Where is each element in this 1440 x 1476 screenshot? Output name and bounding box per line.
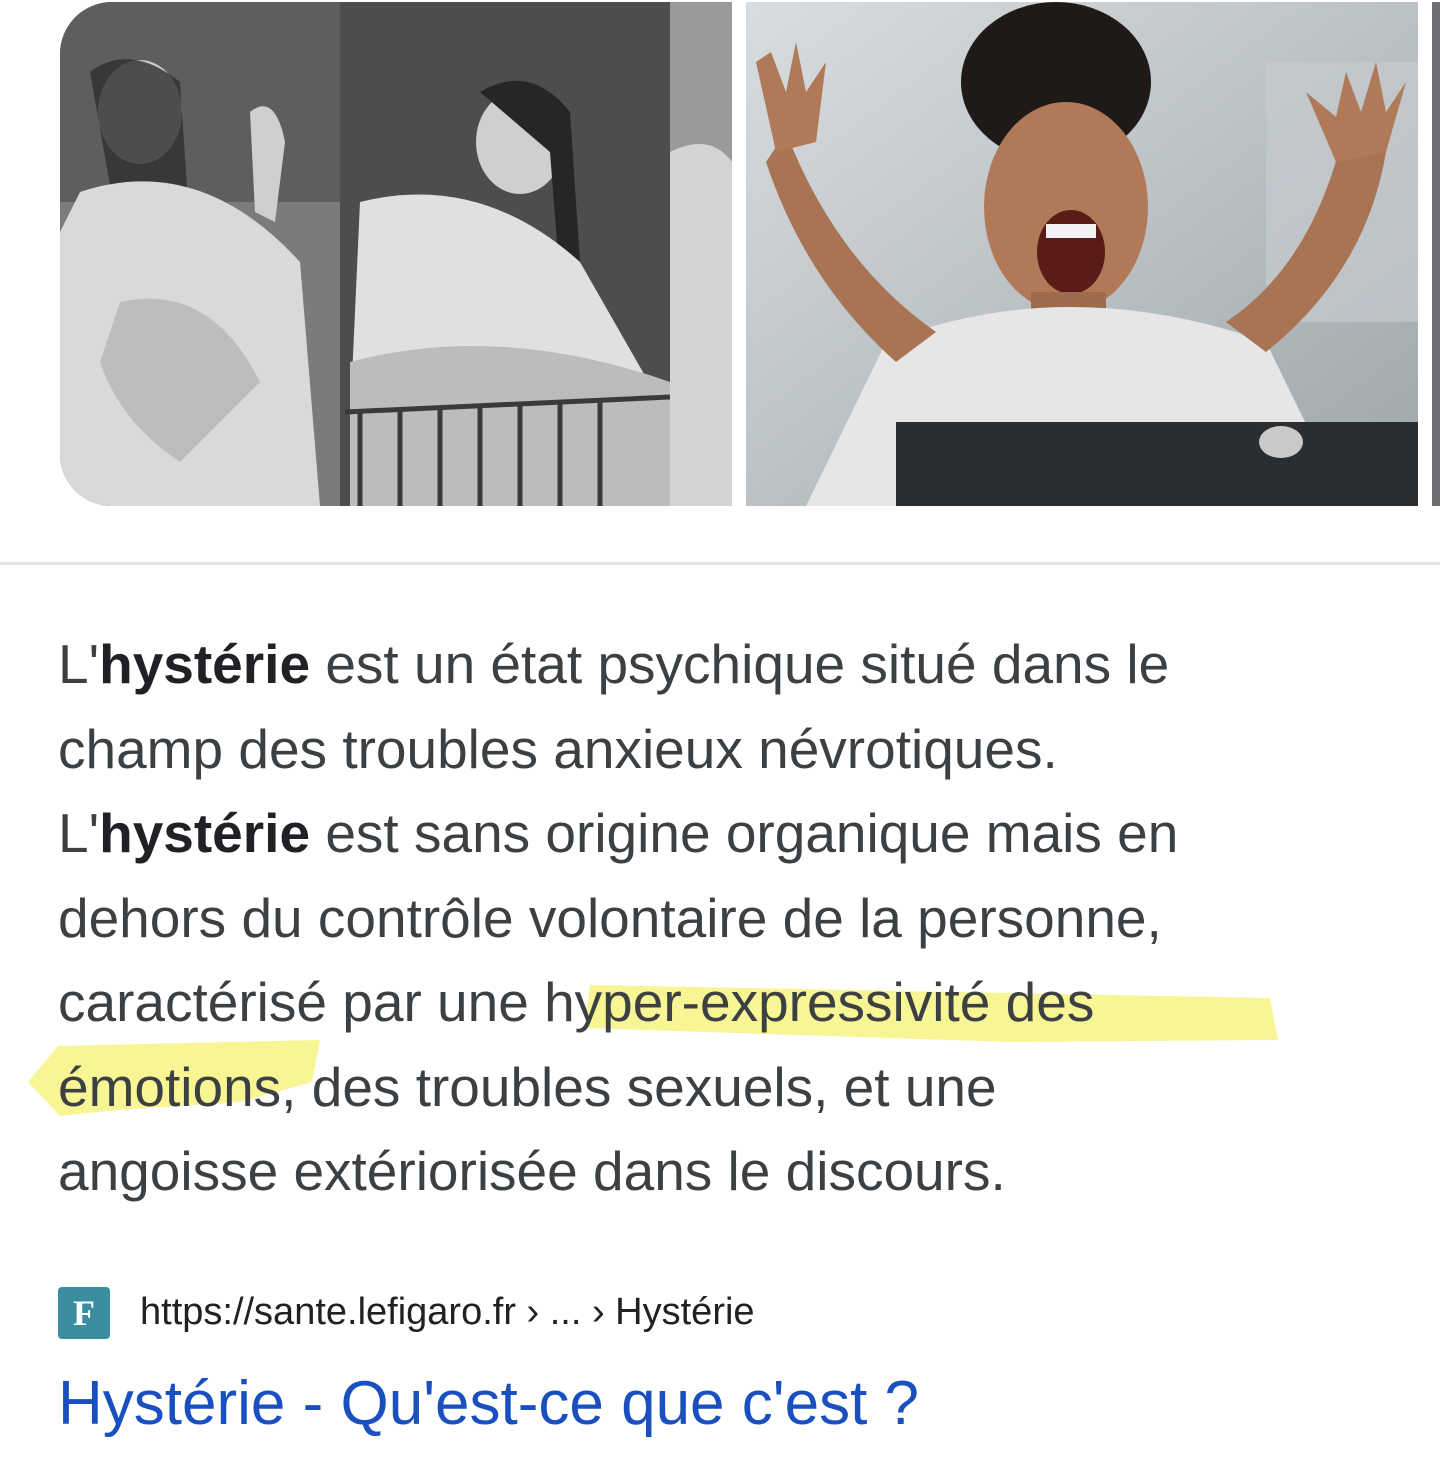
- featured-snippet: L'hystérie est un état psychique situé d…: [58, 622, 1388, 1214]
- snippet-line-1: L'hystérie est un état psychique situé d…: [58, 633, 1170, 695]
- vintage-photo-image: [60, 2, 732, 506]
- section-divider: [0, 562, 1440, 565]
- result-title-link[interactable]: Hystérie - Qu'est-ce que c'est ?: [58, 1366, 919, 1442]
- keyword-bold: hystérie: [99, 633, 311, 695]
- screaming-woman-image: [746, 2, 1418, 506]
- lefigaro-favicon-icon[interactable]: F: [58, 1287, 110, 1339]
- snippet-line-7: angoisse extériorisée dans le discours.: [58, 1140, 1006, 1202]
- source-breadcrumb-url[interactable]: https://sante.lefigaro.fr › ... › Hystér…: [140, 1288, 755, 1336]
- snippet-line-4: dehors du contrôle volontaire de la pers…: [58, 886, 1162, 949]
- image-result-partial[interactable]: [1432, 2, 1440, 506]
- snippet-line-5: caractérisé par une hyper-expressivité d…: [58, 971, 1095, 1033]
- image-result-screaming-woman[interactable]: [746, 2, 1418, 506]
- keyword-bold: hystérie: [99, 802, 311, 864]
- snippet-line-6: émotions, des troubles sexuels, et une: [58, 1055, 997, 1118]
- image-result-vintage[interactable]: [60, 2, 732, 506]
- snippet-line-3: L'hystérie est sans origine organique ma…: [58, 802, 1179, 864]
- image-carousel: [0, 0, 1440, 508]
- snippet-line-2: champ des troubles anxieux névrotiques.: [58, 717, 1058, 780]
